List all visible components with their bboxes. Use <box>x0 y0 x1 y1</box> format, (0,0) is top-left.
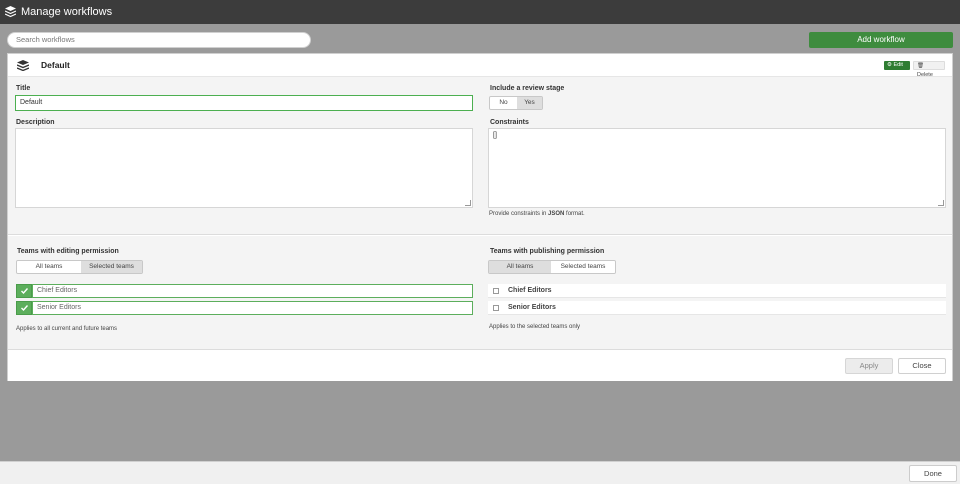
editing-all-teams-option[interactable]: All teams <box>17 261 81 273</box>
editing-help: Applies to all current and future teams <box>16 326 118 332</box>
editing-team-name: Chief Editors <box>32 284 473 298</box>
add-workflow-button[interactable]: Add workflow <box>809 32 953 48</box>
checkbox-icon[interactable] <box>493 288 499 294</box>
workflow-header: Default ⚙ Edit 🗑 Delete <box>8 54 952 78</box>
description-label: Description <box>16 119 55 126</box>
constraints-help-pre: Provide constraints in <box>489 211 549 217</box>
review-yes-option[interactable]: Yes <box>517 97 542 109</box>
editing-team-name: Senior Editors <box>32 301 473 315</box>
publishing-all-teams-option[interactable]: All teams <box>489 261 551 273</box>
gear-icon: ⚙ <box>887 62 892 68</box>
editing-permission-label: Teams with editing permission <box>17 248 119 255</box>
publishing-team-row[interactable]: Senior Editors <box>488 301 946 315</box>
title-label: Title <box>16 85 31 92</box>
description-field[interactable] <box>15 128 473 208</box>
page-title: Manage workflows <box>21 6 113 18</box>
edit-button[interactable]: ⚙ Edit <box>884 61 910 70</box>
constraints-help-json: JSON <box>548 211 565 217</box>
editing-team-row[interactable]: Senior Editors <box>16 301 473 315</box>
close-button[interactable]: Close <box>898 358 946 374</box>
delete-button[interactable]: 🗑 Delete <box>913 61 945 78</box>
editing-teams-toggle: All teams Selected teams <box>16 260 143 274</box>
permissions-section: Teams with editing permission All teams … <box>8 236 952 350</box>
review-stage-label: Include a review stage <box>490 85 565 92</box>
publishing-teams-toggle: All teams Selected teams <box>488 260 616 274</box>
workflow-card: Default ⚙ Edit 🗑 Delete Title Default De… <box>7 53 953 381</box>
review-stage-toggle: No Yes <box>489 96 543 110</box>
layers-icon <box>5 6 16 18</box>
layers-icon <box>17 60 29 71</box>
done-button[interactable]: Done <box>909 465 957 482</box>
workflow-details-section: Title Default Description Include a revi… <box>8 77 952 235</box>
publishing-permission-label: Teams with publishing permission <box>490 248 605 255</box>
review-no-option[interactable]: No <box>490 97 517 109</box>
constraints-label: Constraints <box>490 119 529 126</box>
publishing-selected-teams-option[interactable]: Selected teams <box>551 261 615 273</box>
constraints-help-post: format. <box>564 211 585 217</box>
editing-team-row[interactable]: Chief Editors <box>16 284 473 298</box>
checkbox-checked-icon[interactable] <box>16 284 32 298</box>
editing-selected-teams-option[interactable]: Selected teams <box>81 261 142 273</box>
checkbox-icon[interactable] <box>493 305 499 311</box>
publishing-team-name: Senior Editors <box>508 304 556 311</box>
workflow-name: Default <box>41 60 70 70</box>
constraints-help: Provide constraints in JSON format. <box>489 210 585 218</box>
constraints-field[interactable]: [] <box>488 128 946 208</box>
edit-label: Edit <box>893 62 903 68</box>
title-field[interactable]: Default <box>15 95 473 111</box>
publishing-help: Applies to the selected teams only <box>489 324 581 330</box>
bottom-bar: Done <box>0 461 960 484</box>
apply-button[interactable]: Apply <box>845 358 893 374</box>
search-input[interactable]: Search workflows <box>7 32 311 48</box>
publishing-team-name: Chief Editors <box>508 287 552 294</box>
publishing-team-row[interactable]: Chief Editors <box>488 284 946 298</box>
card-footer: Apply Close <box>8 351 952 381</box>
trash-icon: 🗑 <box>917 63 924 69</box>
checkbox-checked-icon[interactable] <box>16 301 32 315</box>
top-bar: Manage workflows <box>0 0 960 24</box>
